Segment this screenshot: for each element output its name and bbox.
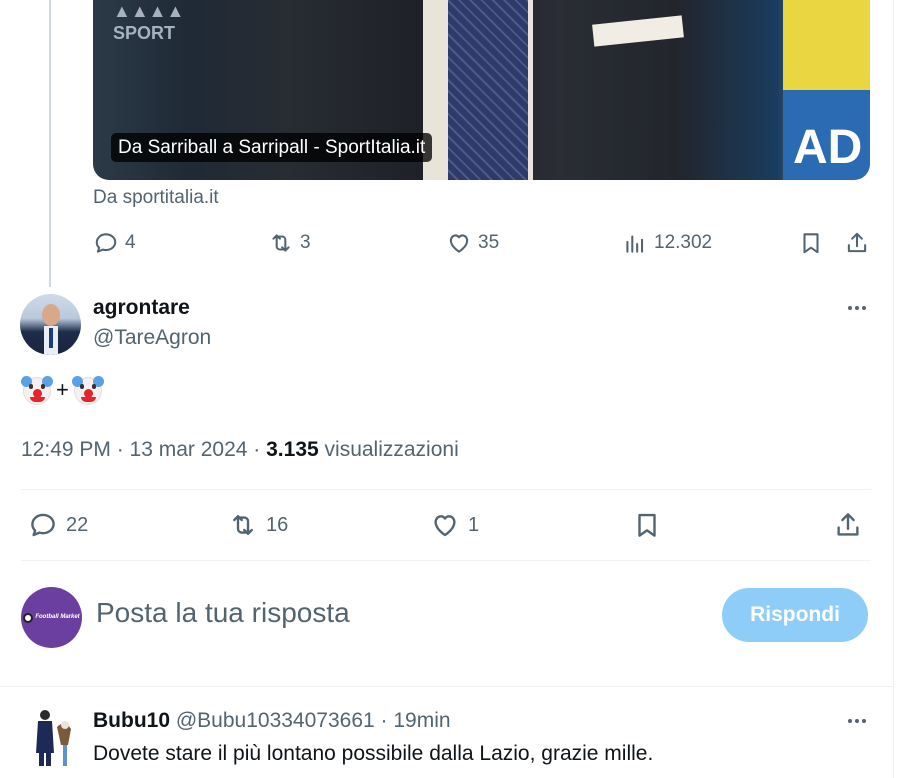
reply-avatar[interactable] [21,705,82,766]
more-dot [848,306,852,310]
divider [0,686,893,687]
retweet-icon [233,515,253,535]
reply-action[interactable]: 4 [93,230,136,256]
analytics-icon [626,235,644,253]
reply-input[interactable]: Posta la tua risposta [96,597,350,629]
retweet-action[interactable]: 16 [228,510,288,540]
reply-action[interactable]: 22 [28,510,88,540]
avatar-logo-text: Football Market [35,614,80,620]
retweet-icon [272,234,290,252]
reply-icon [31,513,55,537]
views-count: 12.302 [654,232,713,253]
like-count: 35 [478,232,500,253]
reply-icon [95,233,117,253]
more-dot [862,306,866,310]
avatar[interactable] [20,294,81,355]
reply-header: Bubu10 @Bubu10334073661 · 19min [93,709,451,733]
share-icon [837,513,859,536]
tweet-text: + [21,374,104,406]
reply-count: 22 [66,513,89,536]
bookmark-icon [638,513,656,537]
clown-face-emoji [71,374,104,406]
link-card-source[interactable]: Da sportitalia.it [93,187,219,209]
tweet-timestamp[interactable]: 12:49 PM · 13 mar 2024 · [21,438,266,461]
tie-shape [448,0,528,180]
more-options-button[interactable] [844,711,870,731]
avatar-face [42,304,60,326]
retweet-action[interactable]: 3 [268,230,311,256]
more-dot [862,719,866,723]
more-dot [848,719,852,723]
column-border [893,0,894,778]
share-action[interactable] [844,230,870,256]
like-count: 1 [468,513,480,536]
reply-text: Dovete stare il più lontano possibile da… [93,742,654,765]
share-icon [847,232,867,253]
bookmark-action[interactable] [798,230,824,256]
share-action[interactable] [833,510,863,540]
soccer-ball-icon [23,612,34,623]
heart-icon [434,515,456,537]
banner-letters: AD [793,121,863,174]
my-avatar[interactable]: Football Market [21,587,82,648]
more-dot [855,306,859,310]
reply-display-name[interactable]: Bubu10 [93,709,170,732]
heart-icon [449,234,469,253]
author-display-name[interactable]: agrontare [93,296,190,320]
link-card-caption[interactable]: Da Sarriball a Sarripall - SportItalia.i… [111,133,433,162]
clown-face-emoji [21,374,53,406]
tweet-meta: 12:49 PM · 13 mar 2024 · 3.135 visualizz… [21,438,459,462]
pocket-square-shape [592,15,684,47]
reply-handle-time[interactable]: @Bubu10334073661 · 19min [170,709,451,732]
views-label: visualizzazioni [318,438,459,461]
more-dot [855,719,859,723]
avatar-tie [49,328,53,348]
banner-yellow [783,0,870,90]
views-action[interactable]: 12.302 [622,230,712,256]
author-handle[interactable]: @TareAgron [93,326,211,350]
reply-count: 4 [125,232,136,253]
like-action[interactable]: 1 [430,510,479,540]
retweet-count: 3 [300,232,311,253]
divider [21,560,871,561]
reply-submit-button[interactable]: Rispondi [722,588,868,642]
bookmark-icon [803,233,819,254]
bookmark-action[interactable] [632,510,662,540]
tweet-plus-sign: + [56,377,69,402]
retweet-count: 16 [266,513,289,536]
divider [21,489,871,490]
background-sponsor-graphic: ▲▲▲▲ SPORT [113,1,185,43]
more-options-button[interactable] [844,298,870,318]
thread-line [49,0,51,287]
views-number: 3.135 [266,438,319,461]
like-action[interactable]: 35 [446,230,499,256]
